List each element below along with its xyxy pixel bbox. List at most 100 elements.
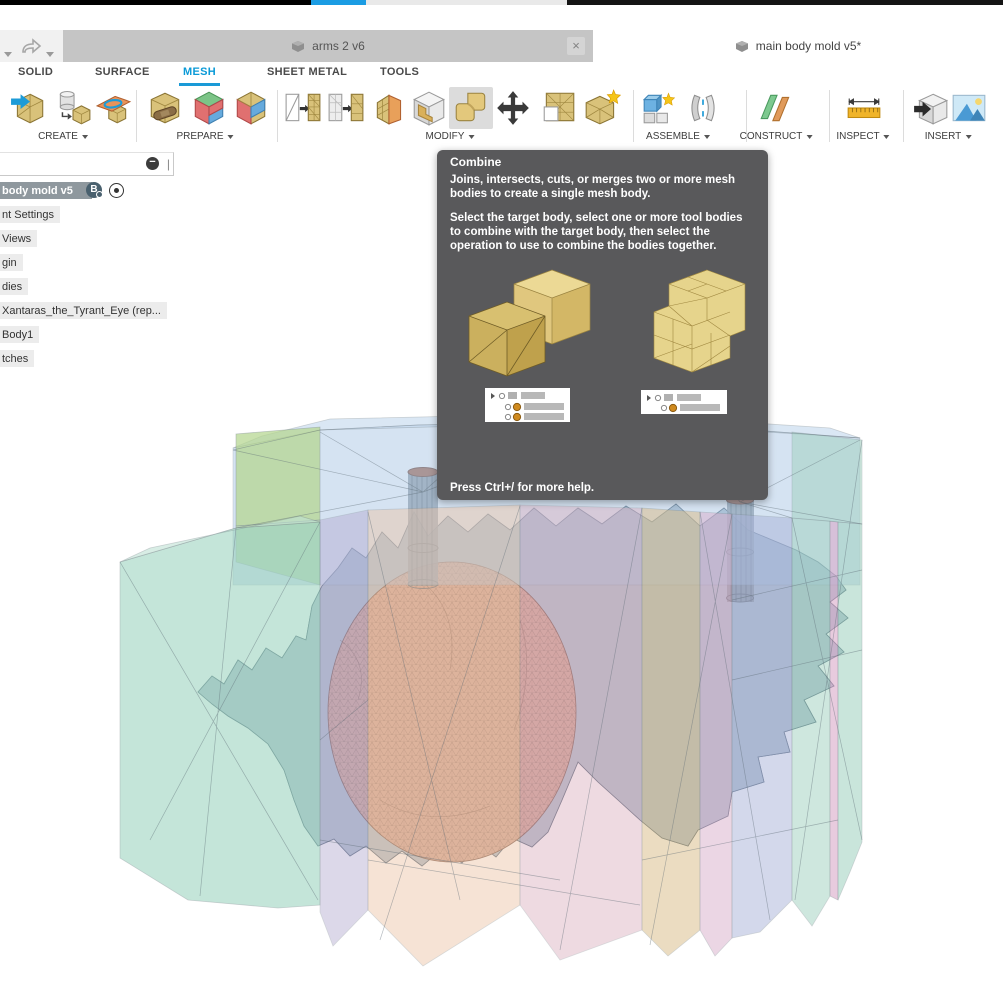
repair-mesh-icon[interactable] xyxy=(146,89,184,127)
move-icon[interactable] xyxy=(494,89,532,127)
redo-icon[interactable] xyxy=(20,36,42,56)
strip-gray xyxy=(366,0,567,5)
tab-surface[interactable]: SURFACE xyxy=(91,66,154,83)
document-tab-main-body-mold[interactable]: main body mold v5* xyxy=(593,30,1003,62)
browser-item-document-settings[interactable]: nt Settings xyxy=(0,206,60,223)
dropdown-caret-icon xyxy=(806,134,813,139)
create-mesh-icon[interactable] xyxy=(583,89,622,127)
after-browser-thumbnail xyxy=(641,390,727,414)
inspect-group-dropdown[interactable]: INSPECT xyxy=(836,131,890,142)
tab-tools[interactable]: TOOLS xyxy=(376,66,423,83)
after-combine-mesh xyxy=(653,269,746,373)
mold-teal-column-inner[interactable] xyxy=(791,517,831,927)
tab-solid[interactable]: SOLID xyxy=(14,66,57,83)
erase-mesh-faces-icon[interactable] xyxy=(540,89,578,127)
construct-plane-icon[interactable] xyxy=(757,89,795,127)
redo-dropdown-caret-icon[interactable] xyxy=(46,44,54,62)
undo-dropdown-caret-icon[interactable] xyxy=(4,44,12,62)
mold-salmon-column[interactable] xyxy=(367,504,521,967)
assemble-group-label: ASSEMBLE xyxy=(646,131,700,142)
dropdown-caret-icon xyxy=(468,134,475,139)
insert-derive-icon[interactable] xyxy=(912,89,949,127)
mold-teal-block-left[interactable] xyxy=(119,521,321,909)
inspect-group-label: INSPECT xyxy=(836,131,880,142)
create-group-dropdown[interactable]: CREATE xyxy=(38,131,88,142)
collapse-all-icon[interactable]: − xyxy=(146,157,159,170)
strip-black-right xyxy=(567,0,1003,5)
browser-item-label: gin xyxy=(2,256,17,269)
joint-icon[interactable] xyxy=(684,89,716,127)
prepare-group-dropdown[interactable]: PREPARE xyxy=(176,131,234,142)
document-tab-label: arms 2 v6 xyxy=(312,39,365,53)
insert-group-label: INSERT xyxy=(924,131,962,142)
browser-item-bodies[interactable]: dies xyxy=(0,278,29,295)
browser-item-origin[interactable]: gin xyxy=(0,254,23,271)
tab-sheet-metal[interactable]: SHEET METAL xyxy=(263,66,351,83)
assemble-group-dropdown[interactable]: ASSEMBLE xyxy=(646,131,710,142)
browser-item-label: Body1 xyxy=(2,328,34,341)
insert-mesh-icon[interactable] xyxy=(10,89,48,127)
toolbar-separator xyxy=(277,90,278,142)
plane-cut-icon[interactable] xyxy=(371,89,403,127)
new-component-icon[interactable] xyxy=(641,89,679,127)
dropdown-caret-icon xyxy=(883,134,890,139)
strip-black-left xyxy=(0,0,311,5)
mold-rose-column[interactable] xyxy=(519,504,643,961)
measure-icon[interactable] xyxy=(845,89,883,127)
toolbar-separator xyxy=(903,90,904,142)
active-document-badge[interactable]: B xyxy=(86,182,103,198)
tooltip-help-footer: Press Ctrl+/ for more help. xyxy=(450,482,595,494)
strip-blue xyxy=(311,0,366,5)
browser-item-xantaras-mesh[interactable]: Xantaras_the_Tyrant_Eye (rep... xyxy=(0,302,167,319)
toolbar-separator xyxy=(829,90,830,142)
tooltip-title: Combine xyxy=(450,155,502,169)
tab-mesh[interactable]: MESH xyxy=(179,66,220,86)
browser-item-body-mold[interactable]: body mold v5 xyxy=(0,182,92,199)
combine-illustration xyxy=(468,269,746,422)
mold-green-box[interactable] xyxy=(235,426,321,527)
browser-item-named-views[interactable]: Views xyxy=(0,230,38,247)
browser-item-label: dies xyxy=(2,280,23,293)
document-tab-arms[interactable]: arms 2 v6 × xyxy=(63,30,593,62)
combine-icon[interactable] xyxy=(452,89,490,127)
shell-mesh-icon[interactable] xyxy=(410,89,448,127)
mold-tan-column[interactable] xyxy=(641,507,701,957)
modify-group-dropdown[interactable]: MODIFY xyxy=(426,131,475,142)
browser-search-bar[interactable]: − | xyxy=(0,152,174,176)
browser-item-sketches[interactable]: tches xyxy=(0,350,35,367)
browser-item-label: nt Settings xyxy=(2,208,54,221)
browser-item-label: tches xyxy=(2,352,29,365)
mesh-toolbar: CREATE PREPARE MODIFY ASSEMBLE CONSTRUCT… xyxy=(0,86,1003,151)
construct-group-dropdown[interactable]: CONSTRUCT xyxy=(740,131,813,142)
panel-edge-cursor: | xyxy=(166,157,170,171)
tooltip-description-2: Select the target body, select one or mo… xyxy=(450,212,743,252)
insert-group-dropdown[interactable]: INSERT xyxy=(925,131,972,142)
construct-group-label: CONSTRUCT xyxy=(739,131,803,142)
reduce-icon[interactable] xyxy=(327,89,365,127)
mold-violet-column[interactable] xyxy=(699,511,733,957)
face-groups-icon[interactable] xyxy=(190,89,228,127)
dropdown-caret-icon xyxy=(227,134,234,139)
prepare-group-label: PREPARE xyxy=(176,131,224,142)
mesh-section-icon[interactable] xyxy=(94,89,132,127)
browser-item-label: Xantaras_the_Tyrant_Eye (rep... xyxy=(2,304,161,317)
canvas-icon[interactable] xyxy=(950,89,988,127)
close-tab-icon[interactable]: × xyxy=(567,37,585,55)
ribbon-tab-bar: SOLID SURFACE MESH SHEET METAL TOOLS xyxy=(0,62,1003,86)
browser-item-body1[interactable]: Body1 xyxy=(0,326,40,343)
dropdown-caret-icon xyxy=(703,134,710,139)
dropdown-caret-icon xyxy=(965,134,972,139)
mold-purple-column[interactable] xyxy=(319,509,369,947)
dropdown-caret-icon xyxy=(81,134,88,139)
document-activate-radio-icon[interactable] xyxy=(109,183,124,198)
create-group-label: CREATE xyxy=(38,131,78,142)
paint-mesh-icon[interactable] xyxy=(232,89,270,127)
browser-item-label: Views xyxy=(2,232,32,245)
toolbar-separator xyxy=(136,90,137,142)
remesh-icon[interactable] xyxy=(284,89,322,127)
convert-mesh-icon[interactable] xyxy=(54,89,92,127)
document-tab-bar: arms 2 v6 × main body mold v5* xyxy=(0,30,1003,62)
browser-chrome-strip xyxy=(0,0,1003,5)
document-cube-icon xyxy=(292,40,305,52)
browser-item-label: body mold v5 xyxy=(2,184,73,197)
